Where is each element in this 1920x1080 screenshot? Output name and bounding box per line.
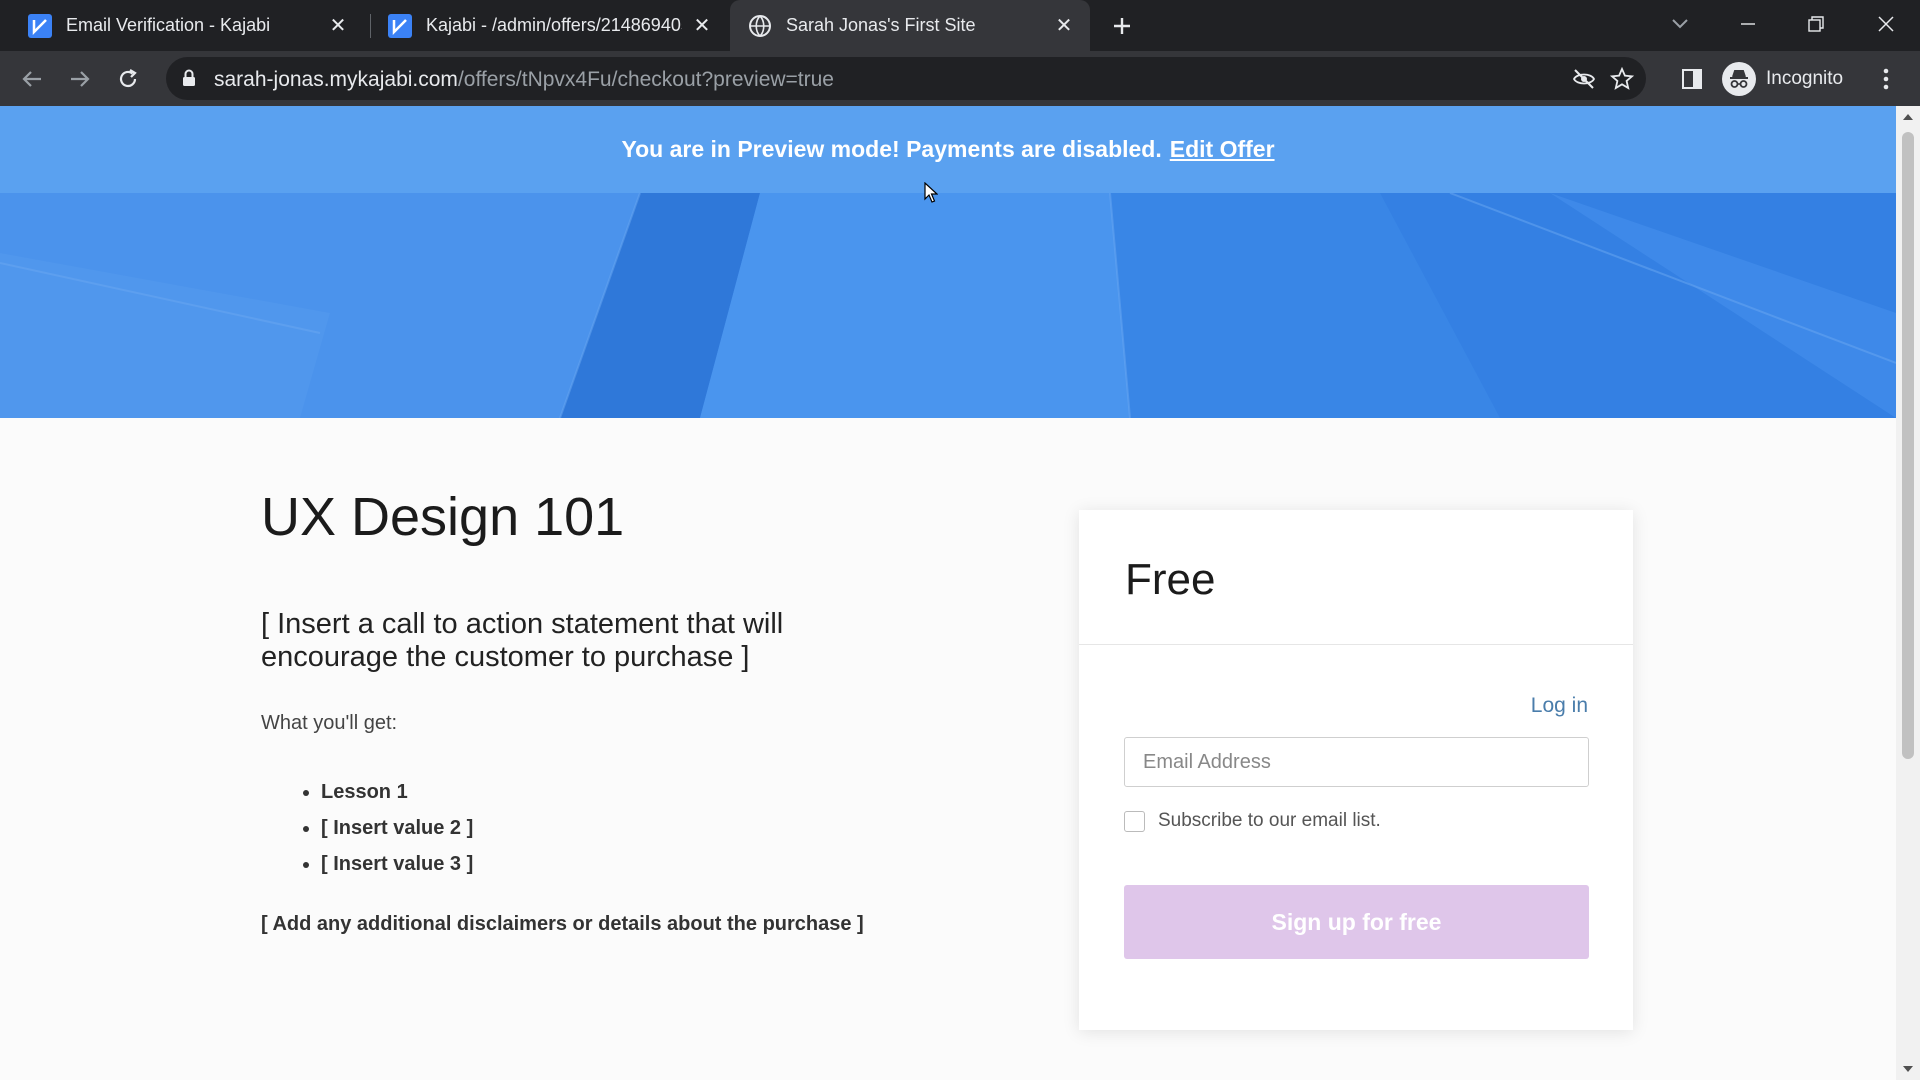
side-panel-icon xyxy=(1682,69,1702,89)
what-you-get-label: What you'll get: xyxy=(261,712,398,734)
tab-strip: Email Verification - Kajabi ✕ Kajabi - /… xyxy=(0,0,1920,51)
list-item: [ Insert value 2 ] xyxy=(321,810,473,846)
disclaimer-text: [ Add any additional disclaimers or deta… xyxy=(261,913,864,935)
new-tab-button[interactable] xyxy=(1108,12,1136,40)
close-icon xyxy=(1878,16,1894,32)
close-icon[interactable]: ✕ xyxy=(690,14,714,38)
lock-icon xyxy=(183,69,195,86)
globe-icon xyxy=(749,14,771,37)
close-icon[interactable]: ✕ xyxy=(326,14,350,38)
close-icon[interactable]: ✕ xyxy=(1052,14,1076,38)
tab-title: Kajabi - /admin/offers/2148694055/checko… xyxy=(426,15,682,35)
tab-email-verification[interactable]: Email Verification - Kajabi ✕ xyxy=(0,0,364,51)
kebab-menu-icon xyxy=(1883,68,1889,90)
tab-kajabi-admin[interactable]: Kajabi - /admin/offers/2148694055/checko… xyxy=(372,0,728,51)
login-link[interactable]: Log in xyxy=(1531,694,1588,718)
scroll-down-icon[interactable] xyxy=(1902,1064,1914,1074)
mouse-cursor-icon xyxy=(924,182,938,203)
tab-search-button[interactable] xyxy=(1660,8,1700,40)
preview-message: You are in Preview mode! Payments are di… xyxy=(621,136,1162,162)
url-text: sarah-jonas.mykajabi.com/offers/tNpvx4Fu… xyxy=(214,68,834,92)
arrow-right-icon xyxy=(71,71,90,87)
subscribe-checkbox[interactable] xyxy=(1124,810,1145,832)
back-button[interactable] xyxy=(16,63,48,95)
email-input[interactable] xyxy=(1124,737,1589,787)
star-icon[interactable] xyxy=(1610,67,1634,91)
preview-mode-banner: You are in Preview mode! Payments are di… xyxy=(0,106,1896,193)
scrollbar-thumb[interactable] xyxy=(1902,132,1914,759)
profile-label: Incognito xyxy=(1766,68,1844,89)
arrow-left-icon xyxy=(22,71,41,87)
hero-banner xyxy=(0,193,1896,418)
list-item: [ Insert value 3 ] xyxy=(321,846,473,882)
plus-icon xyxy=(1114,18,1130,34)
product-title: UX Design 101 xyxy=(261,487,625,547)
scroll-up-icon[interactable] xyxy=(1902,112,1914,122)
close-window-button[interactable] xyxy=(1866,8,1906,40)
restore-button[interactable] xyxy=(1796,8,1836,40)
price-label: Free xyxy=(1125,555,1216,604)
eye-off-icon[interactable] xyxy=(1572,67,1596,91)
tab-separator xyxy=(370,14,371,38)
forward-button[interactable] xyxy=(64,63,96,95)
tab-title: Email Verification - Kajabi xyxy=(66,15,271,35)
reload-icon xyxy=(119,69,137,88)
minimize-icon xyxy=(1741,23,1755,25)
divider xyxy=(1079,644,1633,645)
subscribe-label: Subscribe to our email list. xyxy=(1158,810,1381,831)
page-viewport: You are in Preview mode! Payments are di… xyxy=(0,106,1896,1080)
menu-button[interactable] xyxy=(1870,63,1902,95)
chevron-down-icon xyxy=(1672,19,1688,29)
edit-offer-link[interactable]: Edit Offer xyxy=(1170,136,1275,163)
tab-sarah-jonas-site[interactable]: Sarah Jonas's First Site ✕ xyxy=(730,0,1090,51)
restore-icon xyxy=(1808,16,1824,32)
checkout-card: Free Log in Subscribe to our email list.… xyxy=(1079,510,1633,1030)
subscribe-checkbox-row[interactable]: Subscribe to our email list. xyxy=(1124,810,1381,832)
browser-toolbar: sarah-jonas.mykajabi.com/offers/tNpvx4Fu… xyxy=(0,51,1920,106)
page-scrollbar[interactable] xyxy=(1896,106,1920,1080)
sign-up-button[interactable]: Sign up for free xyxy=(1124,885,1589,959)
value-list: Lesson 1 [ Insert value 2 ] [ Insert val… xyxy=(321,774,473,882)
reload-button[interactable] xyxy=(112,63,144,95)
incognito-icon xyxy=(1722,62,1756,96)
url-path: /offers/tNpvx4Fu/checkout?preview=true xyxy=(457,68,834,91)
url-host: sarah-jonas.mykajabi.com xyxy=(214,68,458,91)
incognito-profile[interactable]: Incognito xyxy=(1722,59,1843,99)
address-bar[interactable]: sarah-jonas.mykajabi.com/offers/tNpvx4Fu… xyxy=(166,57,1646,100)
call-to-action-text: [ Insert a call to action statement that… xyxy=(261,608,784,673)
list-item: Lesson 1 xyxy=(321,774,473,810)
kajabi-icon xyxy=(28,13,52,38)
tab-title: Sarah Jonas's First Site xyxy=(786,15,976,35)
side-panel-button[interactable] xyxy=(1676,63,1708,95)
minimize-button[interactable] xyxy=(1728,8,1768,40)
kajabi-icon xyxy=(388,13,412,38)
hero-background-image xyxy=(0,193,1896,418)
